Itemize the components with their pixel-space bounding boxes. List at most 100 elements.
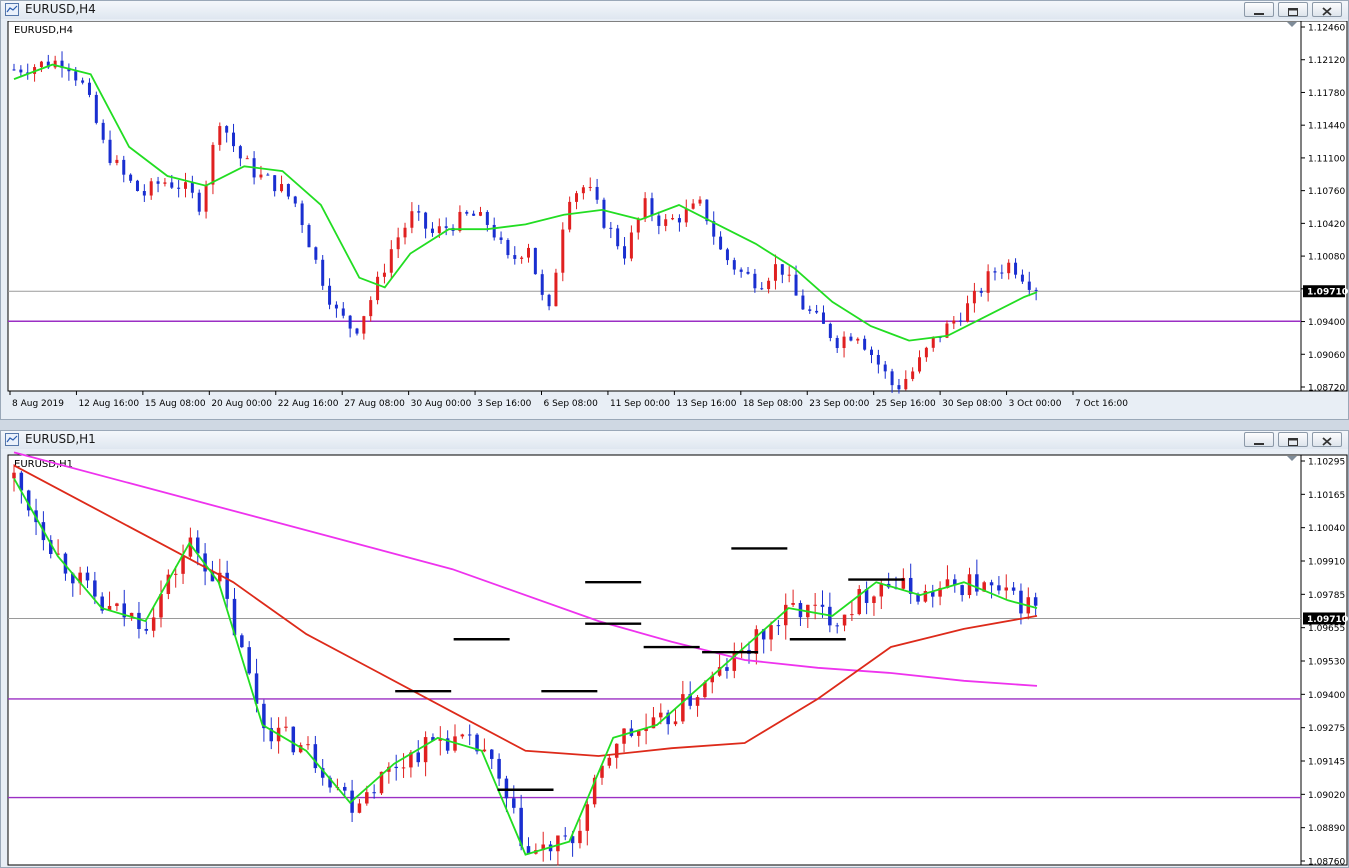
- current-price-label: 1.09710: [1307, 288, 1348, 298]
- candle-bear: [623, 246, 627, 259]
- window-title: EURUSD,H4: [25, 2, 96, 16]
- candle-bull: [204, 184, 208, 212]
- price-chart-h1[interactable]: EURUSD,H1 1.102951.101651.100401.099101.0…: [1, 451, 1348, 867]
- candle-bear: [876, 355, 880, 365]
- candle-bear: [240, 635, 244, 648]
- price-tick-label: 1.10295: [1308, 458, 1345, 468]
- plot-background: [7, 454, 1302, 866]
- candle-bear: [430, 228, 434, 233]
- price-tick-label: 1.12460: [1308, 24, 1345, 34]
- candle-bear: [490, 749, 494, 759]
- candle-bull: [401, 767, 406, 769]
- candle-bear: [512, 798, 516, 808]
- time-tick-label: 3 Sep 16:00: [477, 399, 532, 409]
- window-titlebar[interactable]: EURUSD,H4: [1, 1, 1348, 19]
- chart-window-h4[interactable]: EURUSD,H4 EURUSD,H4 1.12460 1.12120 1.11780…: [0, 0, 1349, 420]
- candle-bear: [506, 240, 510, 256]
- price-tick-label: 1.08720: [1308, 384, 1345, 394]
- candle-bear: [760, 288, 764, 290]
- candle-bear: [341, 308, 345, 316]
- price-tick-label: 1.10165: [1308, 491, 1345, 501]
- candle-bull: [698, 199, 702, 204]
- candle-bull: [972, 290, 976, 304]
- candle-bear: [657, 215, 661, 226]
- candle-bear: [314, 247, 318, 260]
- candle-bull: [754, 629, 759, 654]
- chart-window-icon: [5, 433, 19, 446]
- price-tick-label: 1.08760: [1308, 858, 1345, 868]
- candle-bear: [1000, 272, 1004, 274]
- candle-bear: [87, 82, 91, 95]
- candle-bear: [286, 184, 290, 197]
- close-icon: [1322, 7, 1332, 16]
- restore-button[interactable]: [1278, 432, 1308, 447]
- candle-bull: [924, 347, 928, 358]
- candle-bear: [293, 196, 297, 204]
- candle-bull: [842, 614, 847, 626]
- price-chart-h4[interactable]: EURUSD,H4 1.12460 1.12120 1.11780 1.11440 1.1…: [1, 21, 1348, 413]
- candle-bear: [247, 647, 251, 674]
- candle-bull: [784, 604, 788, 626]
- time-tick-label: 6 Sep 08:00: [544, 399, 599, 409]
- minimize-button[interactable]: [1244, 2, 1274, 17]
- price-tick-label: 1.09060: [1308, 351, 1345, 361]
- minimize-button[interactable]: [1244, 432, 1274, 447]
- candle-bear: [321, 259, 325, 286]
- candle-bull: [575, 193, 579, 202]
- candle-bear: [890, 371, 894, 386]
- candle-bear: [563, 835, 567, 837]
- price-tick-label: 1.10760: [1308, 187, 1345, 197]
- candle-bear: [609, 227, 613, 229]
- close-button[interactable]: [1312, 432, 1342, 447]
- candle-bull: [622, 728, 626, 744]
- candle-bull: [211, 144, 215, 185]
- candle-bear: [497, 758, 501, 779]
- candle-bear: [602, 199, 606, 228]
- candle-bear: [870, 349, 873, 356]
- candle-bull: [284, 726, 288, 728]
- price-tick-label: 1.11440: [1308, 122, 1345, 132]
- candle-bear: [835, 625, 839, 627]
- time-tick-label: 8 Aug 2019: [12, 399, 64, 409]
- time-tick-label: 7 Oct 16:00: [1075, 399, 1128, 409]
- candle-bear: [467, 734, 472, 736]
- candle-bear: [1034, 289, 1038, 291]
- candle-bear: [190, 182, 194, 193]
- candle-bull: [585, 804, 590, 831]
- window-titlebar[interactable]: EURUSD,H1: [1, 431, 1348, 449]
- candle-bear: [993, 271, 997, 273]
- candle-bear: [780, 264, 784, 275]
- candle-bull: [306, 744, 310, 746]
- candle-bull: [149, 181, 153, 196]
- candle-bull: [369, 300, 373, 317]
- price-tick-label: 1.09020: [1308, 791, 1345, 801]
- candle-bear: [746, 271, 750, 274]
- time-tick-label: 20 Aug 00:00: [211, 399, 272, 409]
- chart-window-h1[interactable]: EURUSD,H1 EURUSD,H1 1.10295 1.10165 1.10040…: [0, 430, 1349, 868]
- candle-bull: [410, 211, 414, 228]
- candle-bear: [307, 225, 311, 248]
- candle-bear: [313, 744, 318, 769]
- price-tick-label: 1.10420: [1308, 220, 1345, 230]
- candle-bear: [300, 203, 304, 226]
- close-button[interactable]: [1312, 2, 1342, 17]
- candle-bull: [181, 556, 185, 574]
- restore-button[interactable]: [1278, 2, 1308, 17]
- candle-bear: [725, 249, 729, 261]
- candle-bear: [417, 211, 421, 213]
- candle-bull: [636, 218, 640, 233]
- price-tick-label: 1.09145: [1308, 758, 1345, 768]
- minimize-icon: [1254, 443, 1264, 445]
- candle-bear: [677, 218, 681, 223]
- candle-bear: [513, 255, 517, 259]
- candle-bull: [39, 61, 43, 68]
- candle-bear: [238, 146, 242, 159]
- candle-bear: [1014, 262, 1018, 275]
- candle-bear: [776, 625, 781, 627]
- candle-bear: [997, 585, 1001, 591]
- candle-bull: [911, 371, 915, 379]
- candle-bear: [753, 273, 757, 289]
- candle-bear: [144, 628, 149, 631]
- candle-bull: [856, 338, 860, 341]
- candle-bull: [376, 276, 380, 301]
